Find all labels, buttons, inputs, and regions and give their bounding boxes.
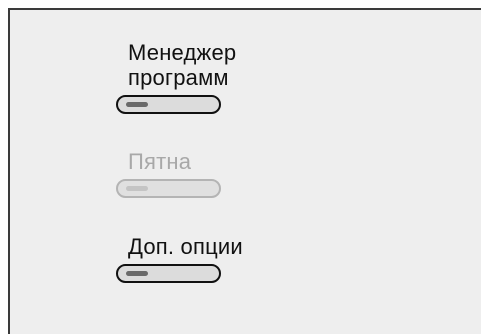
toggle-thumb-icon [126, 186, 148, 191]
menu-item-stains-label: Пятна [128, 149, 192, 174]
program-manager-label-line2: программ [128, 65, 229, 90]
menu-item-program-manager-label: Менеджер программ [128, 40, 236, 90]
toggle-thumb-icon [126, 271, 148, 276]
extra-options-toggle[interactable] [116, 264, 221, 283]
toggle-thumb-icon [126, 102, 148, 107]
stains-toggle [116, 179, 221, 198]
program-manager-toggle[interactable] [116, 95, 221, 114]
menu-item-extra-options-label: Доп. опции [128, 234, 243, 259]
menu-panel: Менеджер программ Пятна Доп. опции [8, 8, 481, 334]
program-manager-label-line1: Менеджер [128, 40, 237, 65]
